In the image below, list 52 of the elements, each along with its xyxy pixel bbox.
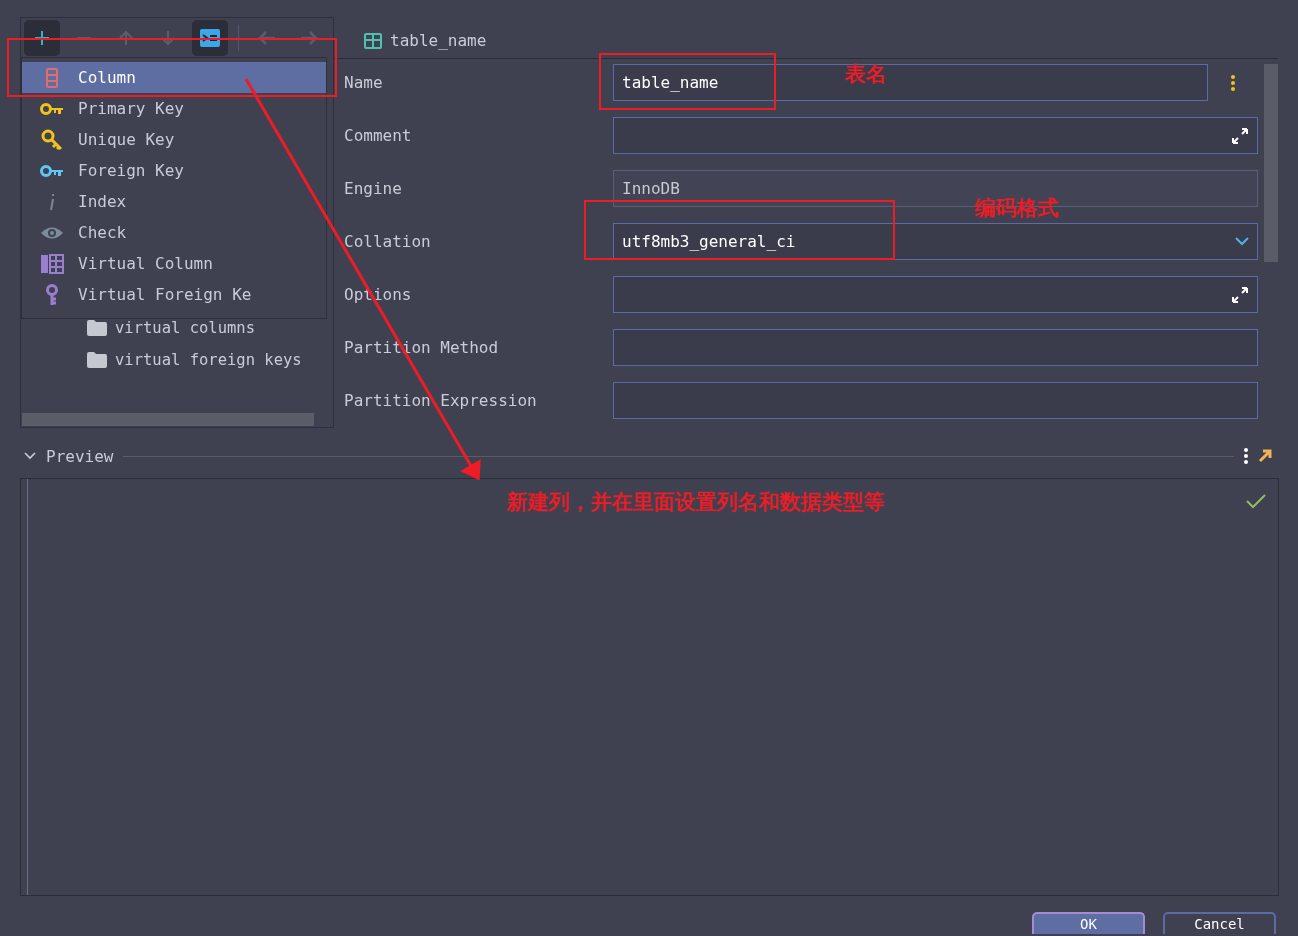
minus-icon (76, 37, 92, 39)
ddl-button[interactable] (192, 20, 228, 56)
expand-icon (1231, 285, 1249, 304)
tree-item[interactable]: virtual foreign keys (115, 351, 302, 369)
ok-button[interactable]: OK (1032, 912, 1145, 934)
input-field[interactable] (613, 382, 1258, 419)
add-button[interactable] (24, 20, 60, 56)
folder-icon (87, 320, 107, 336)
field-label: Engine (344, 179, 403, 198)
input-field[interactable] (613, 329, 1258, 366)
chevron-icon[interactable] (24, 452, 36, 460)
kebab-menu-icon (1231, 74, 1235, 91)
expand-icon (1231, 126, 1249, 145)
field-label: Collation (344, 232, 432, 251)
field-label: Comment (344, 126, 413, 145)
arrow-down-icon (160, 30, 176, 46)
kebab-menu-icon (1244, 448, 1248, 464)
table-icon (364, 32, 382, 49)
arrow-left-icon (258, 30, 276, 46)
preview-title[interactable]: Preview (46, 446, 114, 466)
menu-item[interactable]: Column (22, 62, 326, 93)
field-label: Partition Expression (344, 391, 538, 410)
table-tab[interactable]: table_name (364, 31, 487, 50)
key-icon (41, 128, 63, 151)
italic-i-icon (49, 193, 55, 210)
arrow-right-icon (300, 30, 318, 46)
field-label: Name (344, 73, 384, 92)
menu-item[interactable]: Unique Key (22, 124, 326, 155)
input-field[interactable] (613, 117, 1258, 154)
menu-item[interactable]: Virtual Column (22, 248, 326, 279)
menu-item[interactable]: Check (22, 217, 326, 248)
key-icon (40, 101, 64, 116)
menu-item[interactable]: Virtual Foreign Ke (22, 279, 326, 310)
key-icon (40, 163, 64, 178)
collation-dropdown[interactable]: utf8mb3_general_ci (613, 223, 1258, 260)
arrow-up-right-icon (1258, 449, 1272, 463)
checkmark-icon (1246, 493, 1266, 509)
menu-item[interactable]: Foreign Key (22, 155, 326, 186)
cancel-button[interactable]: Cancel (1163, 912, 1276, 934)
scrollbar[interactable] (22, 413, 314, 426)
menu-item[interactable]: Primary Key (22, 93, 326, 124)
annotation-text: 新建列，并在里面设置列名和数据类型等 (507, 489, 885, 516)
folder-icon (87, 352, 107, 368)
annotation-text: 表名 (845, 61, 887, 88)
menu-item[interactable]: Index (22, 186, 326, 217)
table-icon (40, 253, 64, 274)
scrollbar[interactable] (1264, 64, 1278, 262)
tree-item[interactable]: virtual columns (115, 319, 255, 337)
chevron-down-icon (1235, 237, 1249, 246)
plus-icon (34, 30, 50, 46)
input-field[interactable] (613, 276, 1258, 313)
arrow-up-icon (118, 30, 134, 46)
